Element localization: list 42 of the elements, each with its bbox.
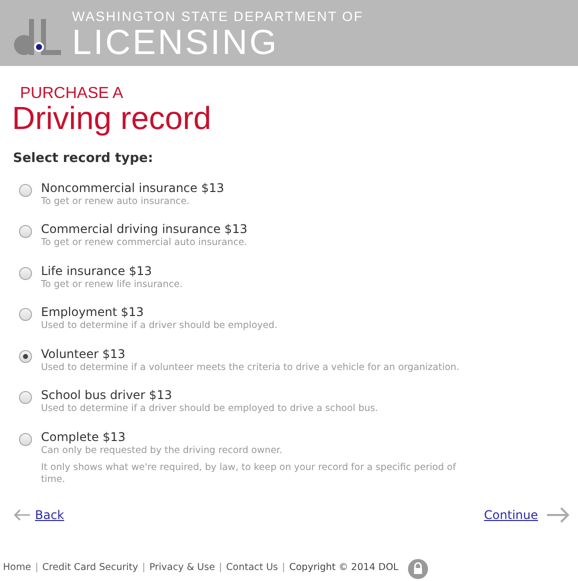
- footer-link[interactable]: Credit Card Security: [42, 561, 138, 576]
- radio-button[interactable]: [19, 266, 32, 280]
- header-subtitle: WASHINGTON STATE DEPARTMENT OF: [72, 10, 364, 24]
- radio-button[interactable]: [19, 308, 32, 321]
- radio-button[interactable]: [19, 432, 32, 446]
- arrow-right-icon: [546, 506, 570, 524]
- radio-button[interactable]: [19, 350, 32, 362]
- option-description: Can only be requested by the driving record owner.: [41, 444, 284, 456]
- footer-separator: |: [218, 561, 222, 576]
- footer-separator: |: [142, 561, 146, 576]
- continue-link[interactable]: Continue: [484, 506, 538, 524]
- footer-link[interactable]: Home: [3, 561, 32, 576]
- option-label[interactable]: Volunteer $13: [41, 346, 460, 362]
- back-link[interactable]: Back: [35, 506, 64, 524]
- option-description: Used to determine if a driver should be employed.: [41, 320, 278, 332]
- option-label[interactable]: Commercial driving insurance $13: [41, 221, 248, 237]
- option-description: To get or renew commercial auto insurance.: [41, 237, 248, 249]
- footer-separator: |: [282, 561, 286, 576]
- page-kicker: PURCHASE A: [20, 86, 124, 102]
- option-description: Used to determine if a driver should be employed to drive a school bus.: [41, 403, 378, 415]
- option-label[interactable]: Employment $13: [41, 304, 278, 320]
- option-label[interactable]: Noncommercial insurance $13: [41, 180, 224, 196]
- page-title: Driving record: [12, 102, 212, 134]
- option-label[interactable]: Life insurance $13: [41, 262, 183, 278]
- header-title: LICENSING: [72, 25, 280, 60]
- footer-link[interactable]: Contact Us: [226, 561, 278, 576]
- option-description: To get or renew auto insurance.: [41, 196, 190, 208]
- logo-icon: [12, 17, 64, 57]
- section-heading: Select record type:: [13, 150, 154, 168]
- arrow-left-icon: [13, 508, 31, 520]
- footer-separator: |: [35, 561, 38, 576]
- option-description: It only shows what we're required, by law, to keep on your record for a specific period of time.: [41, 462, 458, 486]
- radio-button[interactable]: [19, 184, 32, 196]
- option-description: To get or renew life insurance.: [41, 278, 183, 290]
- option-description: Used to determine if a volunteer meets the criteria to drive a vehicle for an organization.: [41, 362, 460, 374]
- footer-link[interactable]: Privacy & Use: [149, 561, 215, 576]
- option-label[interactable]: Complete $13: [41, 428, 471, 444]
- radio-button[interactable]: [19, 391, 32, 404]
- radio-button[interactable]: [19, 225, 32, 238]
- copyright-text: Copyright © 2014 DOL: [289, 561, 398, 576]
- option-label[interactable]: School bus driver $13: [41, 387, 378, 403]
- lock-icon: [408, 558, 428, 578]
